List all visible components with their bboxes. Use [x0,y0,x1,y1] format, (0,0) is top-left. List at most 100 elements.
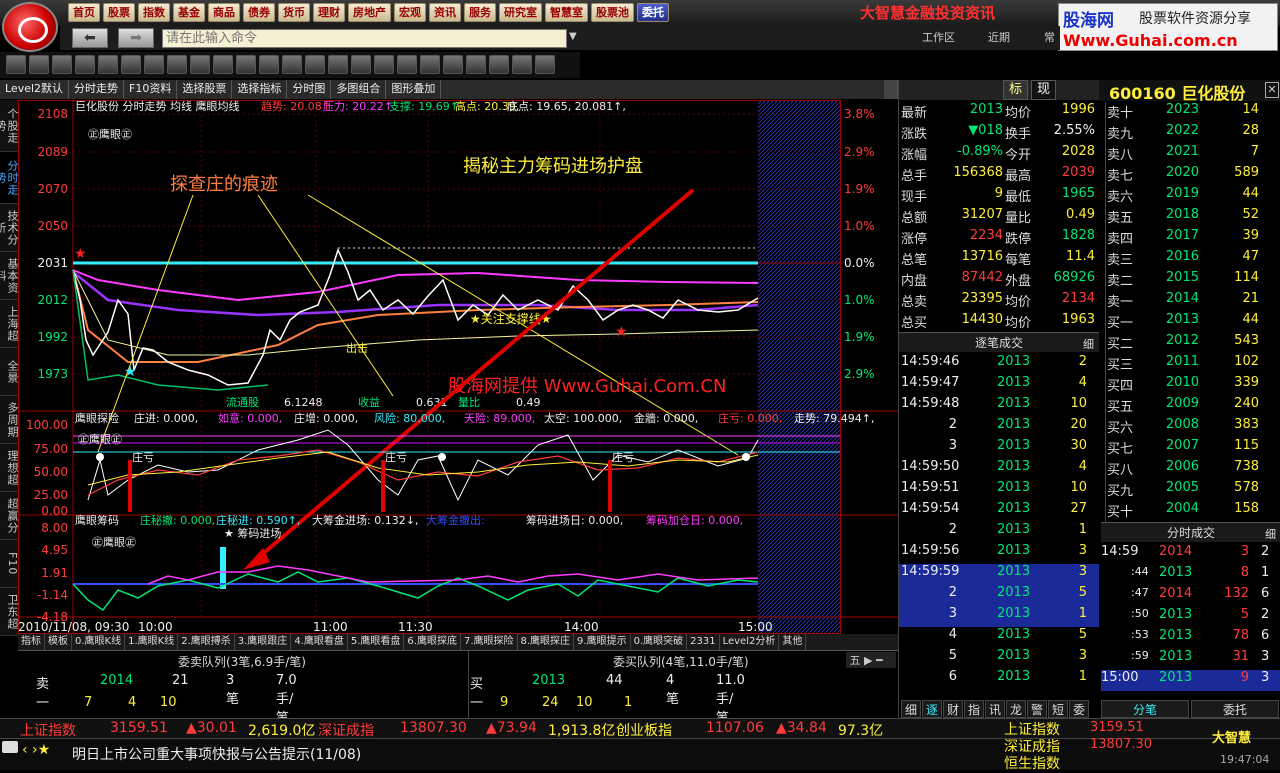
menu-item-5[interactable]: 债券 [243,3,275,22]
lock-icon[interactable] [884,80,898,99]
ask-level-row[interactable]: 卖七 2020 589 [1107,165,1279,186]
bid-level-row[interactable]: 买一 2013 44 [1107,312,1279,333]
toolbar-button-icon[interactable] [98,55,118,74]
view-tab[interactable]: F10资料 [124,80,178,99]
news-nav-icon[interactable]: ‹ ›★ [22,742,50,758]
indicator-template-tab[interactable]: 7.鹰眼探险 [461,634,518,650]
tick-row[interactable]: 14:59:56 2013 3 [899,543,1099,564]
indicator-template-tab[interactable]: 6.鹰眼探底 [404,634,461,650]
toolbar-button-icon[interactable] [121,55,141,74]
recent-link[interactable]: 近期 [988,29,1010,45]
menu-item-9[interactable]: 宏观 [394,3,426,22]
quote-bottom-tab[interactable]: 短 [1048,700,1068,718]
tick-row[interactable]: 6 2013 1 [899,669,1099,690]
view-tab[interactable]: Level2默认 [0,80,70,99]
bid-level-row[interactable]: 买三 2011 102 [1107,354,1279,375]
cy-index-name[interactable]: 创业板指 [616,720,672,740]
toolbar-button-icon[interactable] [236,55,256,74]
minute-trade-row[interactable]: :47 2014 132 6 [1101,586,1280,607]
vertical-tab[interactable]: F10 [0,540,19,588]
indicator-template-tab[interactable]: 0.鹰眼K线 [72,634,126,650]
quote-bottom-tab[interactable]: 指 [964,700,984,718]
toolbar-button-icon[interactable] [167,55,187,74]
menu-item-4[interactable]: 商品 [208,3,240,22]
view-tab[interactable]: 分时图 [287,80,332,99]
tick-row[interactable]: 3 2013 30 [899,438,1099,459]
minute-detail-tab[interactable]: 细 [1265,526,1276,542]
vertical-tab[interactable]: 卫东超 [0,588,19,636]
common-link[interactable]: 常 [1044,29,1055,45]
tick-row[interactable]: 14:59:50 2013 4 [899,459,1099,480]
workspace-link[interactable]: 工作区 [922,29,955,45]
toolbar-button-icon[interactable] [6,55,26,74]
menu-item-0[interactable]: 首页 [68,3,100,22]
tick-row[interactable]: 2 2013 5 [899,585,1099,606]
menu-item-11[interactable]: 服务 [464,3,496,22]
tick-row[interactable]: 14:59:46 2013 2 [899,354,1099,375]
toolbar-button-icon[interactable] [29,55,49,74]
menu-item-10[interactable]: 资讯 [429,3,461,22]
tick-row[interactable]: 4 2013 5 [899,627,1099,648]
view-tab[interactable]: 选择股票 [177,80,233,99]
toolbar-button-icon[interactable] [535,55,555,74]
toolbar-button-icon[interactable] [420,55,440,74]
ask-level-row[interactable]: 卖三 2016 47 [1107,249,1279,270]
quote-bottom-tab[interactable]: 委 [1069,700,1089,718]
vertical-tab[interactable]: 全景 [0,348,19,396]
tick-row[interactable]: 14:59:48 2013 10 [899,396,1099,417]
forward-button[interactable]: ➡ [118,28,154,48]
indicator-template-tab[interactable]: 2331 [687,634,720,650]
toolbar-button-icon[interactable] [397,55,417,74]
toolbar-button-icon[interactable] [443,55,463,74]
toolbar-button-icon[interactable] [190,55,210,74]
indicator-template-tab[interactable]: 9.鹰眼提示 [574,634,631,650]
menu-item-6[interactable]: 货币 [278,3,310,22]
vertical-tab[interactable]: 基本资料 [0,252,19,300]
news-headline[interactable]: 明日上市公司重大事项快报与公告提示(11/08) [72,744,361,764]
indicator-template-tab[interactable]: 3.鹰眼跟庄 [235,634,292,650]
ask-level-row[interactable]: 卖九 2022 28 [1107,123,1279,144]
ask-level-row[interactable]: 卖八 2021 7 [1107,144,1279,165]
toolbar-button-icon[interactable] [351,55,371,74]
toolbar-button-icon[interactable] [489,55,509,74]
tick-row[interactable]: 3 2013 1 [899,606,1099,627]
bid-level-row[interactable]: 买八 2006 738 [1107,459,1279,480]
bid-level-row[interactable]: 买四 2010 339 [1107,375,1279,396]
view-tab[interactable]: 分时走势 [69,80,125,99]
bid-level-row[interactable]: 买七 2007 115 [1107,438,1279,459]
minute-trade-row[interactable]: 14:59 2014 3 2 [1101,544,1280,565]
quote-bottom-tab[interactable]: 分笔 [1101,700,1189,718]
sh-index-name[interactable]: 上证指数 [20,720,76,740]
ask-level-row[interactable]: 卖十 2023 14 [1107,102,1279,123]
vertical-tab[interactable]: 个股走势 [0,100,19,152]
menu-item-14[interactable]: 股票池 [591,3,634,22]
vertical-tab[interactable]: 理想超 [0,444,19,492]
toolbar-button-icon[interactable] [328,55,348,74]
vertical-tab[interactable]: 技术分析 [0,204,19,252]
toolbar-button-icon[interactable] [52,55,72,74]
menu-item-15[interactable]: 委托 [637,3,669,22]
quote-bottom-tab[interactable]: 警 [1027,700,1047,718]
menu-item-1[interactable]: 股票 [103,3,135,22]
vertical-tab[interactable]: 超赢分 [0,492,19,540]
queue-controls[interactable]: 五 ▶ ━ [846,652,896,668]
indicator-template-tab[interactable]: 8.鹰眼探庄 [518,634,575,650]
chart-area[interactable]: 2108 3.8% 2089 2.9% 2070 1.9% 2050 1.0% 2031 0.0%… [18,100,898,635]
mail-icon[interactable] [2,741,18,753]
ask-level-row[interactable]: 卖五 2018 52 [1107,207,1279,228]
bid-level-row[interactable]: 买十 2004 158 [1107,501,1279,522]
minute-trade-row[interactable]: :50 2013 5 2 [1101,607,1280,628]
tick-row[interactable]: 14:59:51 2013 10 [899,480,1099,501]
view-tab[interactable]: 多图组合 [331,80,387,99]
quote-bottom-tab[interactable]: 讯 [985,700,1005,718]
vertical-tab[interactable]: 多周期 [0,396,19,444]
indicator-template-tab[interactable]: 其他 [779,634,807,650]
tab-xian[interactable]: 现 [1031,80,1057,100]
vertical-tab[interactable]: 上海超 [0,300,19,348]
indicator-template-tab[interactable]: 1.鹰眼K线 [125,634,179,650]
minute-trade-row[interactable]: :59 2013 31 3 [1101,649,1280,670]
indicator-template-tab[interactable]: Level2分析 [720,634,780,650]
minute-trade-row[interactable]: :44 2013 8 1 [1101,565,1280,586]
ask-level-row[interactable]: 卖四 2017 39 [1107,228,1279,249]
view-tab[interactable]: 选择指标 [232,80,288,99]
